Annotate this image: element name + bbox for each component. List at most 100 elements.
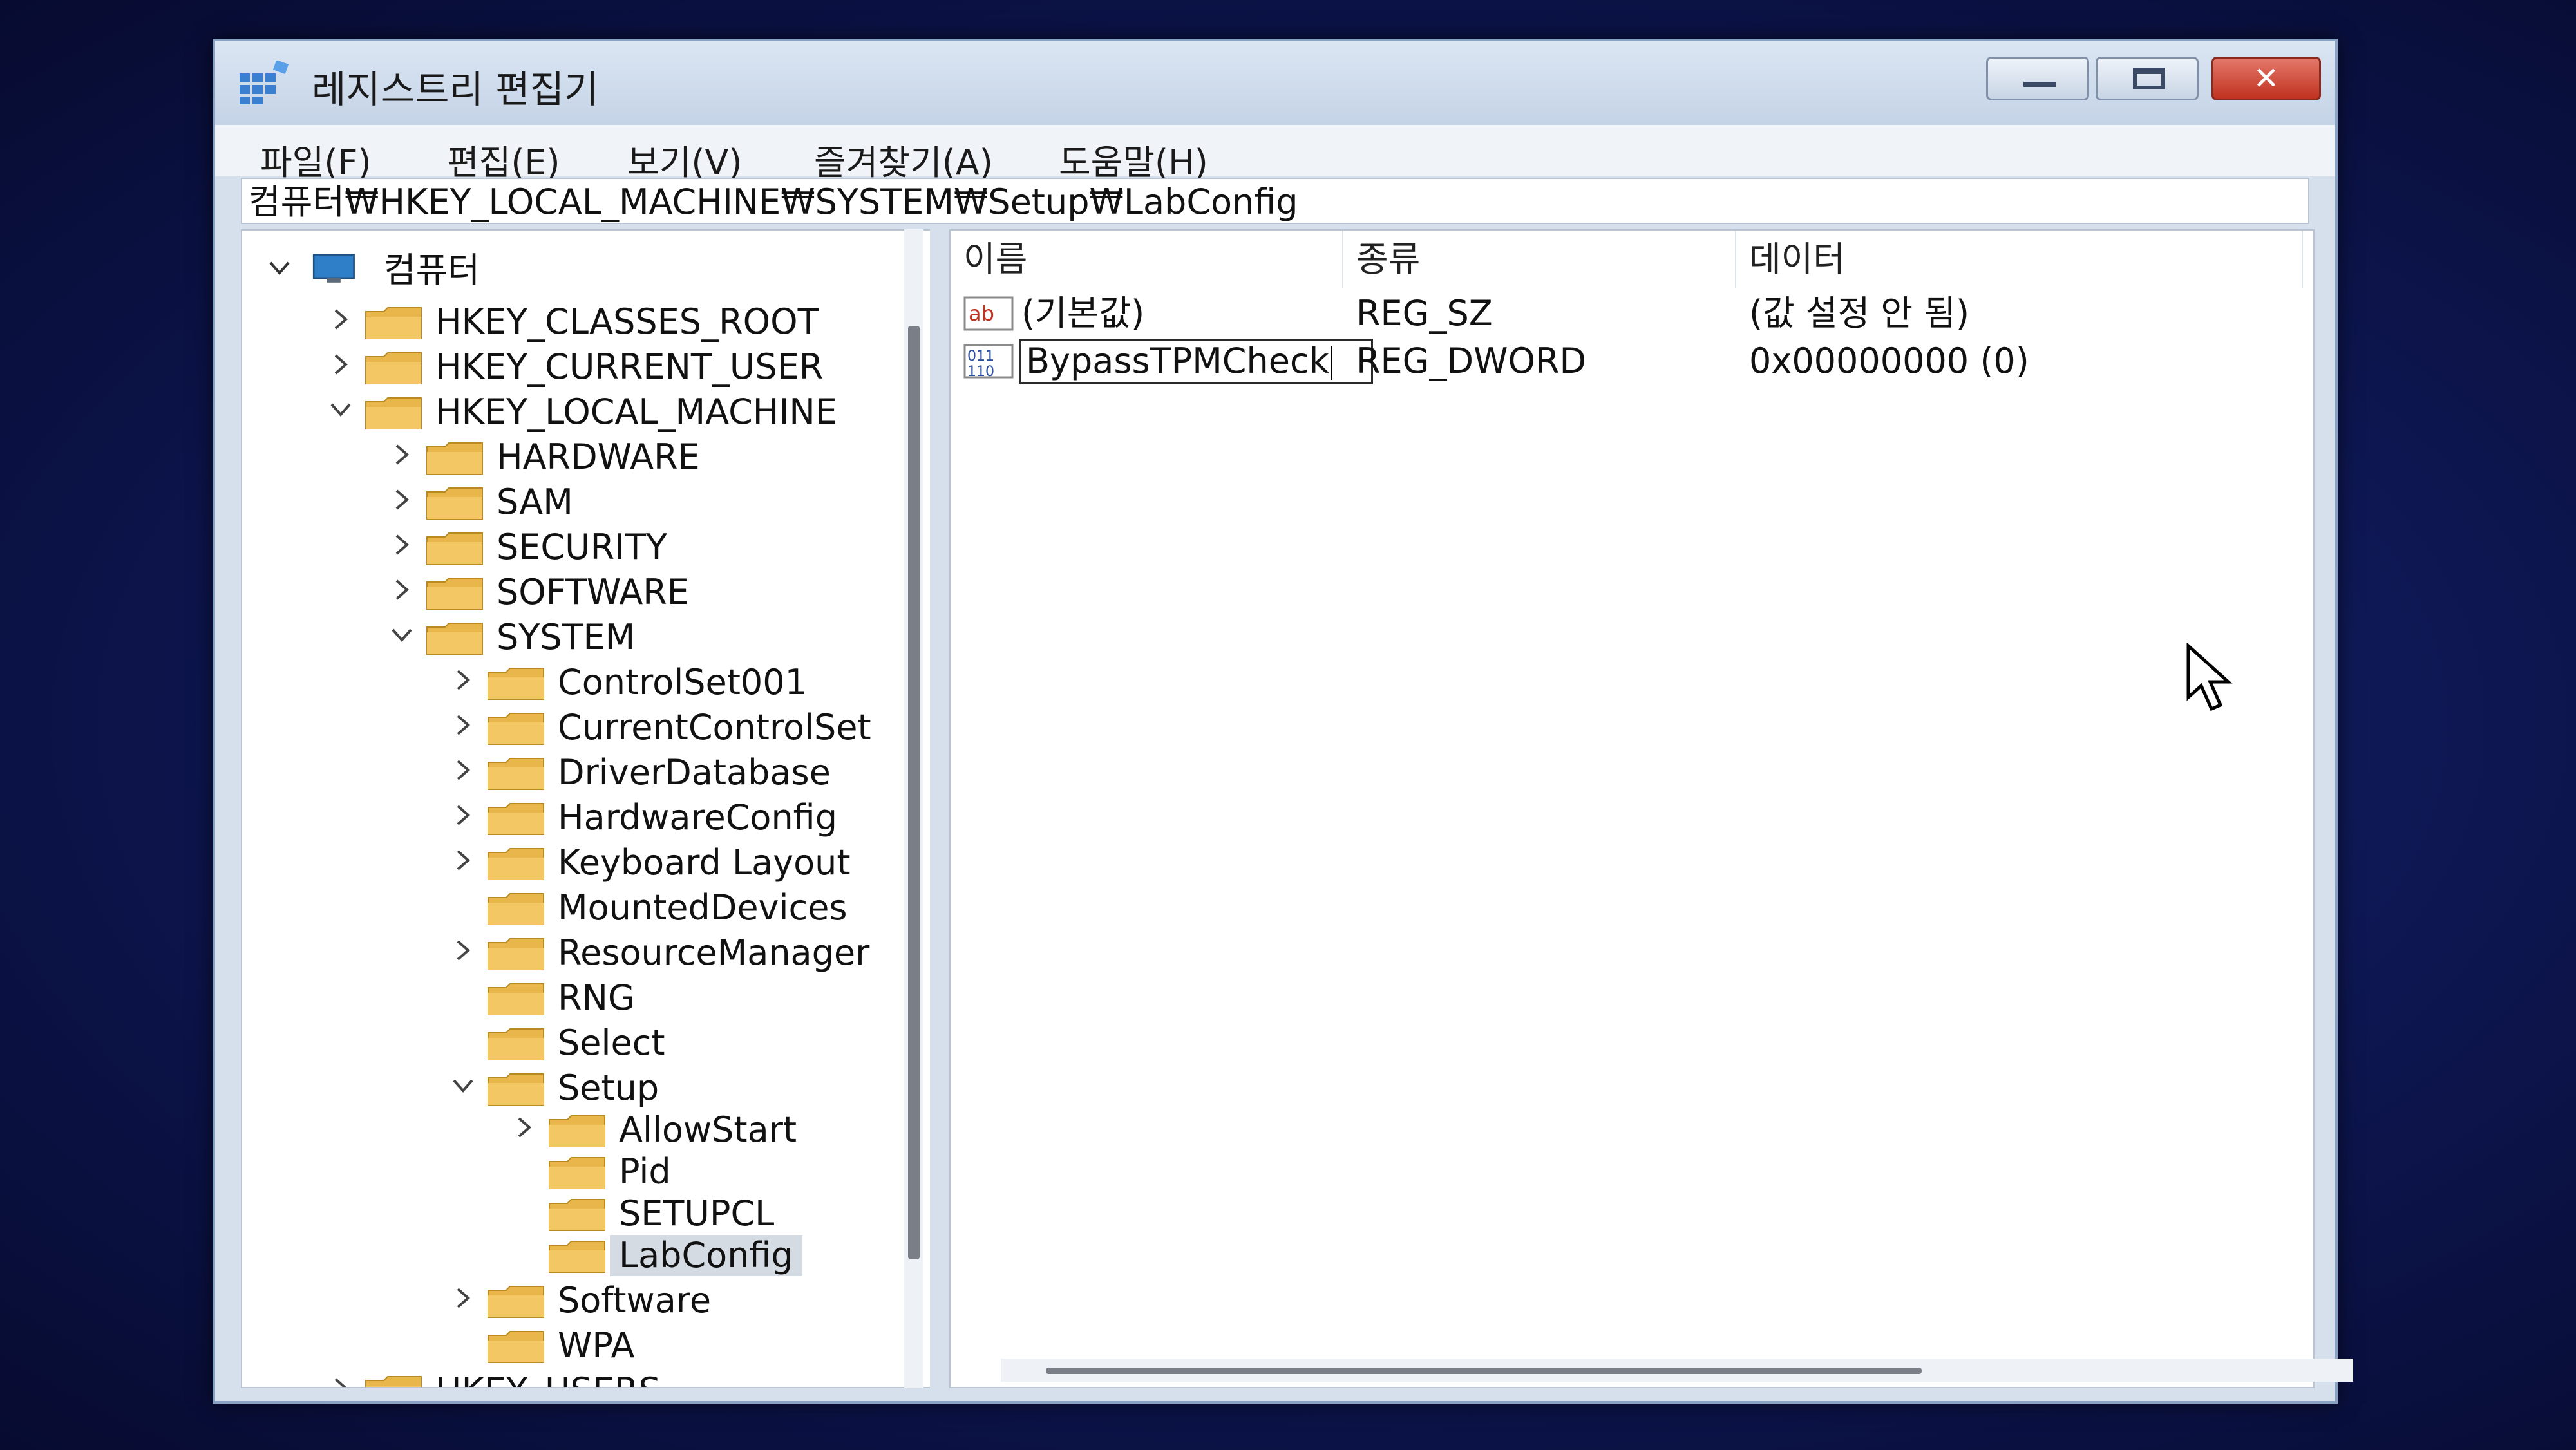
chevron-down-icon[interactable]: [390, 623, 413, 646]
value-row[interactable]: ab (기본값) REG_SZ (값 설정 안 됨): [951, 290, 2303, 337]
svg-text:011: 011: [967, 348, 994, 364]
tree-node-label: HKEY_LOCAL_MACHINE: [435, 391, 837, 432]
folder-icon: [549, 1241, 605, 1273]
tree-node-label: ControlSet001: [558, 662, 807, 702]
value-name: (기본값): [1021, 293, 1145, 334]
tree-node-label: SETUPCL: [619, 1193, 775, 1234]
chevron-down-icon[interactable]: [329, 398, 352, 421]
column-header-type[interactable]: 종류: [1343, 231, 1736, 288]
tree-scrollbar-thumb[interactable]: [908, 326, 920, 1259]
folder-icon: [426, 442, 483, 475]
tree-node-label: Pid: [619, 1151, 671, 1192]
dword-value-icon: 011110: [963, 344, 1014, 380]
rename-value-input[interactable]: BypassTPMCheck: [1019, 339, 1373, 384]
tree-node-label: DriverDatabase: [558, 752, 831, 793]
string-value-icon: ab: [963, 296, 1014, 331]
values-horizontal-scrollbar[interactable]: [1001, 1359, 2353, 1382]
chevron-down-icon[interactable]: [268, 256, 291, 279]
folder-icon: [488, 893, 544, 925]
folder-icon: [365, 352, 422, 384]
minimize-icon: [1988, 59, 2087, 99]
folder-icon: [426, 487, 483, 520]
chevron-right-icon[interactable]: [451, 849, 475, 872]
tree-scrollbar[interactable]: [904, 229, 923, 1388]
folder-icon: [488, 983, 544, 1015]
tree-node-label: SECURITY: [497, 527, 668, 567]
folder-icon: [488, 1073, 544, 1106]
close-button[interactable]: ✕: [2211, 57, 2321, 100]
tree-node-label: SYSTEM: [497, 617, 636, 657]
folder-icon: [549, 1115, 605, 1147]
tree-node-label: AllowStart: [619, 1109, 797, 1150]
tree-node-label: HardwareConfig: [558, 797, 837, 838]
tree-node-label: RNG: [558, 977, 635, 1018]
tree-root-label: 컴퓨터: [384, 250, 480, 290]
chevron-right-icon[interactable]: [451, 804, 475, 827]
maximize-icon: [2098, 59, 2197, 99]
tree-node-label: MountedDevices: [558, 887, 848, 928]
chevron-right-icon[interactable]: [390, 578, 413, 601]
chevron-right-icon[interactable]: [451, 939, 475, 962]
chevron-right-icon[interactable]: [390, 533, 413, 556]
maximize-button[interactable]: [2096, 57, 2199, 100]
chevron-right-icon[interactable]: [390, 443, 413, 466]
value-row[interactable]: 011 110 BypassTPMCheck REG_DWORD 0x000000…: [951, 337, 2303, 385]
registry-tree: 컴퓨터 HKEY_CLASSES_ROOT HKEY_CURRENT_USER HK…: [241, 229, 943, 1388]
tree-node-label: SOFTWARE: [497, 572, 689, 612]
svg-text:110: 110: [967, 364, 994, 380]
svg-text:ab: ab: [969, 301, 994, 326]
folder-icon: [365, 397, 422, 429]
folder-icon: [488, 848, 544, 880]
chevron-right-icon[interactable]: [513, 1116, 536, 1139]
tree-node-label: ResourceManager: [558, 932, 870, 973]
tree-node-label: WPA: [558, 1325, 635, 1366]
computer-icon: [312, 254, 355, 283]
registry-editor-window: 레지스트리 편집기 ✕ 파일(F) 편집(E) 보기(V) 즐겨찾기(A) 도움…: [213, 39, 2353, 1404]
close-icon: ✕: [2253, 61, 2280, 97]
folder-icon: [488, 1331, 544, 1363]
folder-icon: [365, 1376, 422, 1387]
value-type: REG_SZ: [1356, 293, 1493, 334]
folder-icon: [549, 1199, 605, 1231]
chevron-right-icon[interactable]: [329, 308, 352, 331]
folder-icon: [365, 307, 422, 339]
folder-icon: [549, 1157, 605, 1189]
folder-icon: [488, 758, 544, 790]
registry-editor-app-icon: [240, 61, 289, 104]
chevron-right-icon[interactable]: [329, 353, 352, 376]
chevron-down-icon[interactable]: [451, 1074, 475, 1097]
tree-node-label: HKEY_CURRENT_USER: [435, 346, 824, 387]
menu-bar: 파일(F) 편집(E) 보기(V) 즐겨찾기(A) 도움말(H): [215, 125, 2335, 183]
title-bar[interactable]: 레지스트리 편집기 ✕: [215, 41, 2335, 125]
value-type: REG_DWORD: [1356, 341, 1587, 381]
column-header-name[interactable]: 이름: [951, 231, 1343, 288]
tree-node-label: Software: [558, 1280, 712, 1321]
rename-value-text: BypassTPMCheck: [1026, 341, 1329, 381]
tree-node-label: Keyboard Layout: [558, 842, 851, 883]
folder-icon: [426, 623, 483, 655]
tree-node-label: Setup: [558, 1068, 659, 1108]
folder-icon: [488, 803, 544, 835]
chevron-right-icon[interactable]: [451, 713, 475, 737]
pane-splitter[interactable]: [930, 229, 949, 1388]
tree-node-label: HKEY_CLASSES_ROOT: [435, 301, 819, 342]
folder-icon: [488, 1028, 544, 1060]
folder-icon: [426, 578, 483, 610]
chevron-right-icon[interactable]: [390, 488, 413, 511]
chevron-right-icon[interactable]: [451, 758, 475, 782]
text-caret: [1330, 346, 1332, 381]
column-header-data[interactable]: 데이터: [1736, 231, 2303, 288]
window-title: 레지스트리 편집기: [312, 68, 599, 111]
chevron-right-icon[interactable]: [329, 1377, 352, 1388]
minimize-button[interactable]: [1986, 57, 2089, 100]
values-scrollbar-thumb[interactable]: [1046, 1368, 1922, 1374]
folder-icon: [488, 668, 544, 700]
chevron-right-icon[interactable]: [451, 1286, 475, 1310]
mouse-pointer-icon: [2186, 643, 2233, 711]
address-bar[interactable]: 컴퓨터₩HKEY_LOCAL_MACHINE₩SYSTEM₩Setup₩LabC…: [241, 178, 2309, 224]
tree-node-label: HKEY_USERS: [435, 1370, 661, 1387]
value-data: (값 설정 안 됨): [1749, 293, 1970, 334]
chevron-right-icon[interactable]: [451, 668, 475, 692]
tree-node-label: SAM: [497, 482, 573, 522]
tree-node-label: HARDWARE: [497, 437, 700, 477]
